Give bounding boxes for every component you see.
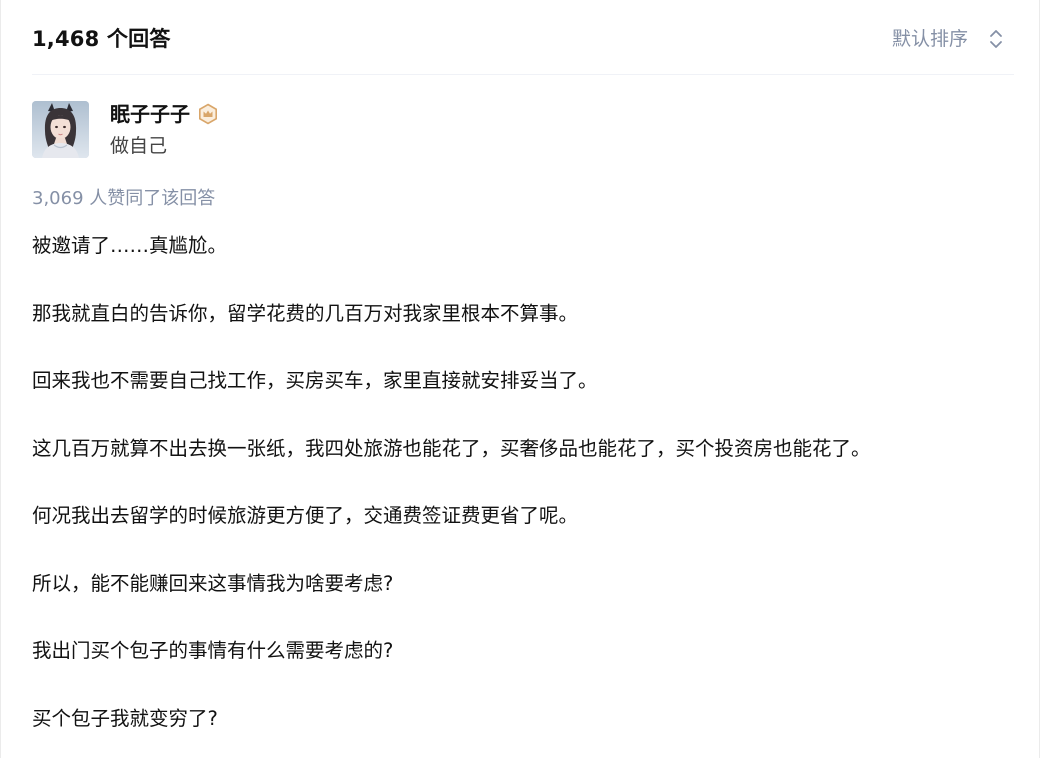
answer-paragraph: 我出门买个包子的事情有什么需要考虑的? [32,639,394,662]
answer-content: 被邀请了……真尴尬。 那我就直白的告诉你，留学花费的几百万对我家里根本不算事。 … [32,229,1022,758]
answer-paragraph: 这几百万就算不出去换一张纸，我四处旅游也能花了，买奢侈品也能花了，买个投资房也能… [32,436,871,460]
vote-count-text: 3,069 人赞同了该回答 [32,188,216,209]
answer-count-title: 1,468 个回答 [32,27,171,51]
answer-paragraph: 被邀请了……真尴尬。 [32,234,228,257]
sort-label: 默认排序 [891,28,968,50]
answer-paragraph: 买个包子我就变穷了? [32,706,218,730]
answers-header: 1,468 个回答 默认排序 [32,0,1014,75]
answer-paragraph: 何况我出去留学的时候旅游更方便了，交通费签证费更省了呢。 [32,504,579,527]
author-bio: 做自己 [110,135,168,157]
author-info: 眠子子子 做自己 [32,101,432,159]
answer-paragraph: 那我就直白的告诉你，留学花费的几百万对我家里根本不算事。 [32,301,579,325]
author-name[interactable]: 眠子子子 [110,100,219,128]
sort-updown-icon [988,27,1004,51]
sort-dropdown[interactable]: 默认排序 [892,25,1004,53]
answer-card: 1,468 个回答 默认排序 眠子子子 做自己 3,069 人赞同了该回答 被邀… [0,0,1040,758]
crown-badge-icon[interactable] [197,103,219,125]
author-name-text: 眠子子子 [110,102,190,126]
avatar[interactable] [32,101,89,158]
answer-paragraph: 所以，能不能赚回来这事情我为啥要考虑? [32,571,394,595]
answer-paragraph: 回来我也不需要自己找工作，买房买车，家里直接就安排妥当了。 [32,369,598,392]
